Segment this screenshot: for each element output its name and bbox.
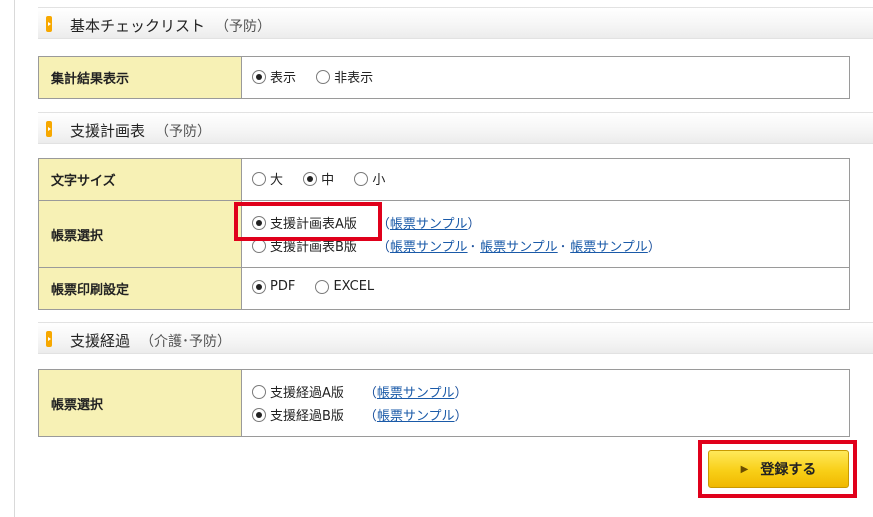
section-header-plan: 支援計画表 （予防） — [38, 112, 873, 144]
radio-button[interactable] — [252, 279, 266, 294]
left-border-line — [14, 0, 15, 517]
radio-option-hide[interactable]: 非表示 — [316, 67, 373, 86]
radio-button[interactable] — [354, 171, 369, 186]
table-row: 文字サイズ 大 中 小 — [38, 158, 850, 201]
radio-option-progress-a[interactable]: 支援経過A版 — [252, 382, 344, 401]
radio-button[interactable] — [252, 238, 266, 253]
row-label: 文字サイズ — [38, 158, 242, 201]
sample-link[interactable]: 帳票サンプル — [390, 217, 468, 232]
sample-link[interactable]: 帳票サンプル — [377, 409, 455, 424]
checklist-table: 集計結果表示 表示 非表示 — [38, 56, 850, 99]
table-row: 集計結果表示 表示 非表示 — [38, 56, 850, 99]
radio-option-excel[interactable]: EXCEL — [315, 279, 374, 294]
sample-link[interactable]: 帳票サンプル — [377, 386, 455, 401]
form-option-line: 支援計画表A版 （帳票サンプル） — [252, 211, 849, 234]
section-marker-icon — [46, 16, 52, 32]
form-option-line: 支援経過B版 （帳票サンプル） — [252, 403, 849, 426]
arrow-right-icon: ▶ — [740, 463, 749, 475]
section-header-progress: 支援経過 （介護･予防） — [38, 322, 873, 354]
sample-link[interactable]: 帳票サンプル — [570, 240, 648, 255]
submit-button[interactable]: ▶ 登録する — [708, 450, 849, 488]
row-label: 帳票印刷設定 — [38, 267, 242, 310]
section-title: 基本チェックリスト （予防） — [70, 17, 272, 35]
row-label: 帳票選択 — [38, 369, 242, 437]
radio-option-pdf[interactable]: PDF — [252, 279, 295, 294]
section-header-checklist: 基本チェックリスト （予防） — [38, 7, 873, 39]
form-option-line: 支援経過A版 （帳票サンプル） — [252, 380, 849, 403]
table-row: 帳票印刷設定 PDF EXCEL — [38, 267, 850, 310]
radio-option-plan-a[interactable]: 支援計画表A版 — [252, 213, 357, 232]
radio-button[interactable] — [252, 384, 266, 399]
radio-button[interactable] — [252, 215, 266, 230]
radio-button[interactable] — [315, 279, 330, 294]
sample-link[interactable]: 帳票サンプル — [480, 240, 558, 255]
radio-button[interactable] — [316, 69, 331, 84]
row-label: 帳票選択 — [38, 200, 242, 268]
table-row: 帳票選択 支援経過A版 （帳票サンプル） 支援経過B版 （帳票サンプル） — [38, 369, 850, 437]
radio-option-plan-b[interactable]: 支援計画表B版 — [252, 236, 357, 255]
radio-option-progress-b[interactable]: 支援経過B版 — [252, 405, 344, 424]
radio-button[interactable] — [252, 69, 266, 84]
plan-table: 文字サイズ 大 中 小 帳票選択 支援計画表A版 （帳票サンプル） 支援計画表B… — [38, 158, 850, 310]
radio-option-large[interactable]: 大 — [252, 169, 283, 188]
row-label: 集計結果表示 — [38, 56, 242, 99]
section-title: 支援計画表 （予防） — [70, 122, 212, 140]
row-value: PDF EXCEL — [241, 267, 850, 310]
radio-button[interactable] — [303, 171, 318, 186]
radio-option-small[interactable]: 小 — [354, 169, 385, 188]
progress-table: 帳票選択 支援経過A版 （帳票サンプル） 支援経過B版 （帳票サンプル） — [38, 369, 850, 437]
form-option-line: 支援計画表B版 （帳票サンプル･帳票サンプル･帳票サンプル） — [252, 234, 849, 257]
radio-button[interactable] — [252, 407, 266, 422]
row-value: 表示 非表示 — [241, 56, 850, 99]
radio-option-medium[interactable]: 中 — [303, 169, 334, 188]
table-row: 帳票選択 支援計画表A版 （帳票サンプル） 支援計画表B版 （帳票サンプル･帳票… — [38, 200, 850, 268]
section-marker-icon — [46, 121, 52, 137]
sample-link[interactable]: 帳票サンプル — [390, 240, 468, 255]
radio-button[interactable] — [252, 171, 266, 186]
section-title: 支援経過 （介護･予防） — [70, 332, 232, 350]
section-marker-icon — [46, 331, 52, 347]
row-value: 大 中 小 — [241, 158, 850, 201]
row-value: 支援経過A版 （帳票サンプル） 支援経過B版 （帳票サンプル） — [241, 369, 850, 437]
radio-option-show[interactable]: 表示 — [252, 67, 296, 86]
row-value: 支援計画表A版 （帳票サンプル） 支援計画表B版 （帳票サンプル･帳票サンプル･… — [241, 200, 850, 268]
